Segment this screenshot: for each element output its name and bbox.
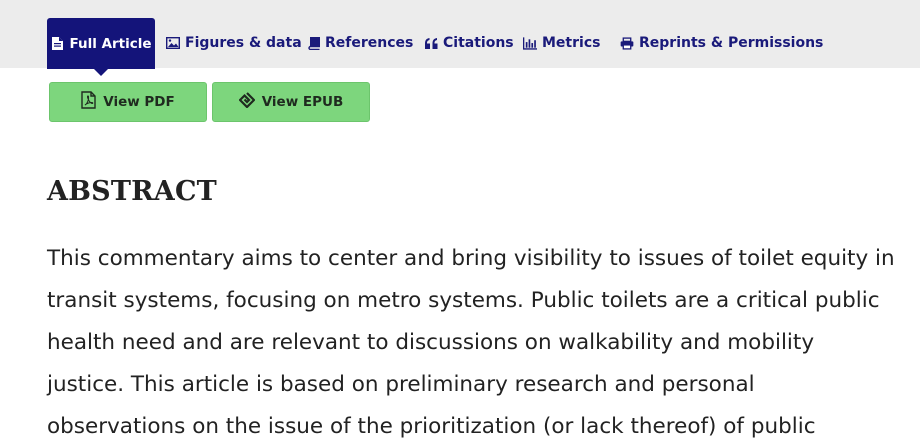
- view-pdf-label: View PDF: [103, 94, 175, 110]
- tab-figures-label: Figures & data: [185, 35, 302, 51]
- article-tab-bar: Full Article Figures & data References C…: [0, 0, 920, 76]
- tab-metrics[interactable]: Metrics: [523, 18, 600, 68]
- printer-icon: [620, 36, 634, 50]
- image-icon: [166, 36, 180, 50]
- epub-icon: [238, 92, 256, 112]
- view-epub-button[interactable]: View EPUB: [212, 82, 370, 122]
- tab-reprints-permissions[interactable]: Reprints & Permissions: [620, 18, 823, 68]
- document-icon: [50, 37, 64, 51]
- tab-references-label: References: [325, 35, 414, 51]
- view-pdf-button[interactable]: View PDF: [49, 82, 207, 122]
- abstract-text: This commentary aims to center and bring…: [47, 246, 895, 439]
- abstract-heading: ABSTRACT: [47, 176, 217, 207]
- tab-citations[interactable]: Citations: [424, 18, 514, 68]
- view-epub-label: View EPUB: [261, 94, 344, 110]
- quote-icon: [424, 36, 438, 50]
- tab-metrics-label: Metrics: [542, 35, 601, 51]
- bar-chart-icon: [523, 36, 537, 50]
- pdf-file-icon: [81, 91, 96, 113]
- tab-citations-label: Citations: [443, 35, 514, 51]
- tab-figures-data[interactable]: Figures & data: [166, 18, 302, 68]
- book-icon: [306, 36, 320, 50]
- tab-full-article-label: Full Article: [69, 35, 152, 52]
- tab-reprints-label: Reprints & Permissions: [639, 35, 824, 51]
- tab-references[interactable]: References: [306, 18, 413, 68]
- tab-full-article[interactable]: Full Article: [47, 18, 155, 76]
